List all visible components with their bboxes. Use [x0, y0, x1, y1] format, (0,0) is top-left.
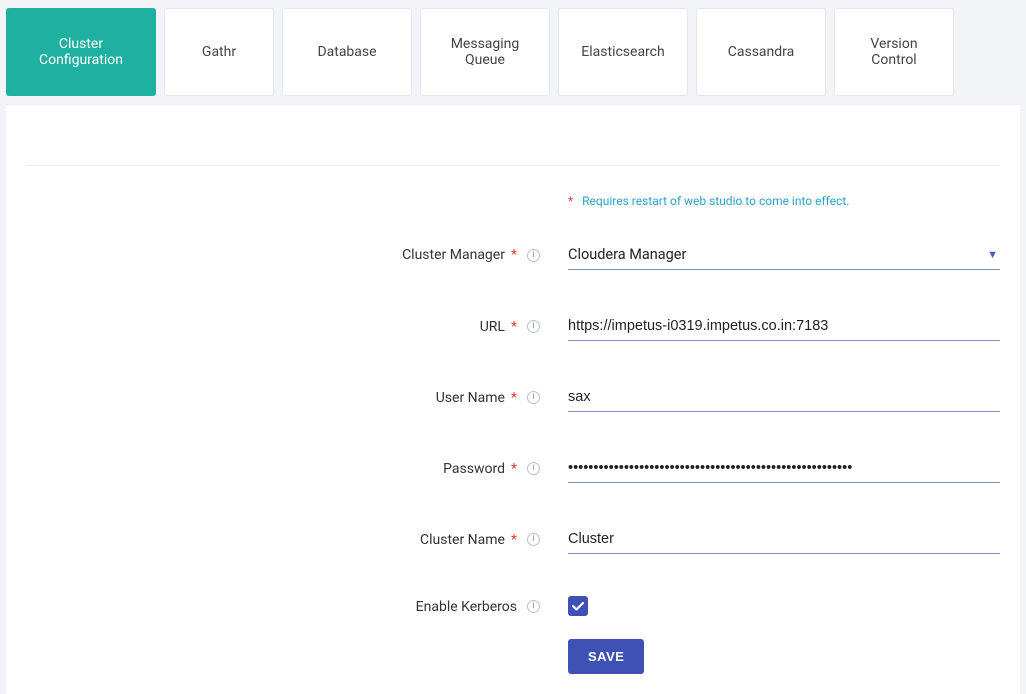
tab-cluster-configuration[interactable]: Cluster Configuration	[6, 8, 156, 96]
row-enable-kerberos: Enable Kerberos i	[26, 596, 1000, 617]
password-input[interactable]	[568, 454, 1000, 483]
required-star-icon: *	[511, 461, 517, 477]
config-tabs: Cluster Configuration Gathr Database Mes…	[0, 0, 1026, 104]
label-text-password: Password	[443, 461, 505, 477]
tab-elasticsearch[interactable]: Elasticsearch	[558, 8, 688, 96]
label-user-name: User Name * i	[26, 390, 546, 406]
row-password: Password * i	[26, 454, 1000, 483]
label-text-user-name: User Name	[436, 390, 505, 406]
user-name-input[interactable]	[568, 383, 1000, 412]
label-text-cluster-name: Cluster Name	[420, 532, 505, 548]
required-star-icon: *	[511, 319, 517, 335]
cluster-manager-select[interactable]: Cloudera Manager	[568, 240, 1000, 270]
label-text-url: URL	[480, 319, 505, 335]
config-panel: * Requires restart of web studio to come…	[6, 104, 1020, 694]
required-star-icon: *	[511, 532, 517, 548]
required-star-icon: *	[511, 390, 517, 406]
save-row: SAVE	[568, 639, 1000, 674]
info-icon[interactable]: i	[527, 533, 540, 546]
cluster-name-input[interactable]	[568, 525, 1000, 554]
tab-version-control[interactable]: Version Control	[834, 8, 954, 96]
restart-note-text: Requires restart of web studio to come i…	[582, 194, 849, 208]
restart-note: * Requires restart of web studio to come…	[568, 194, 1000, 208]
enable-kerberos-checkbox[interactable]	[568, 596, 588, 616]
info-icon[interactable]: i	[527, 600, 540, 613]
checkmark-icon	[571, 599, 585, 613]
label-enable-kerberos: Enable Kerberos i	[26, 599, 546, 615]
url-input[interactable]	[568, 312, 1000, 341]
row-cluster-name: Cluster Name * i	[26, 525, 1000, 554]
label-password: Password * i	[26, 461, 546, 477]
info-icon[interactable]: i	[527, 249, 540, 262]
panel-divider	[26, 165, 1000, 166]
info-icon[interactable]: i	[527, 320, 540, 333]
tab-messaging-queue[interactable]: Messaging Queue	[420, 8, 550, 96]
tab-database[interactable]: Database	[282, 8, 412, 96]
row-user-name: User Name * i	[26, 383, 1000, 412]
label-text-enable-kerberos: Enable Kerberos	[416, 599, 517, 615]
info-icon[interactable]: i	[527, 462, 540, 475]
required-star-icon: *	[568, 194, 573, 208]
label-cluster-name: Cluster Name * i	[26, 532, 546, 548]
tab-gathr[interactable]: Gathr	[164, 8, 274, 96]
label-text-cluster-manager: Cluster Manager	[402, 247, 505, 263]
label-cluster-manager: Cluster Manager * i	[26, 247, 546, 263]
save-button[interactable]: SAVE	[568, 639, 644, 674]
label-url: URL * i	[26, 319, 546, 335]
row-url: URL * i	[26, 312, 1000, 341]
tab-cassandra[interactable]: Cassandra	[696, 8, 826, 96]
row-cluster-manager: Cluster Manager * i Cloudera Manager ▼	[26, 240, 1000, 270]
info-icon[interactable]: i	[527, 391, 540, 404]
required-star-icon: *	[511, 247, 517, 263]
